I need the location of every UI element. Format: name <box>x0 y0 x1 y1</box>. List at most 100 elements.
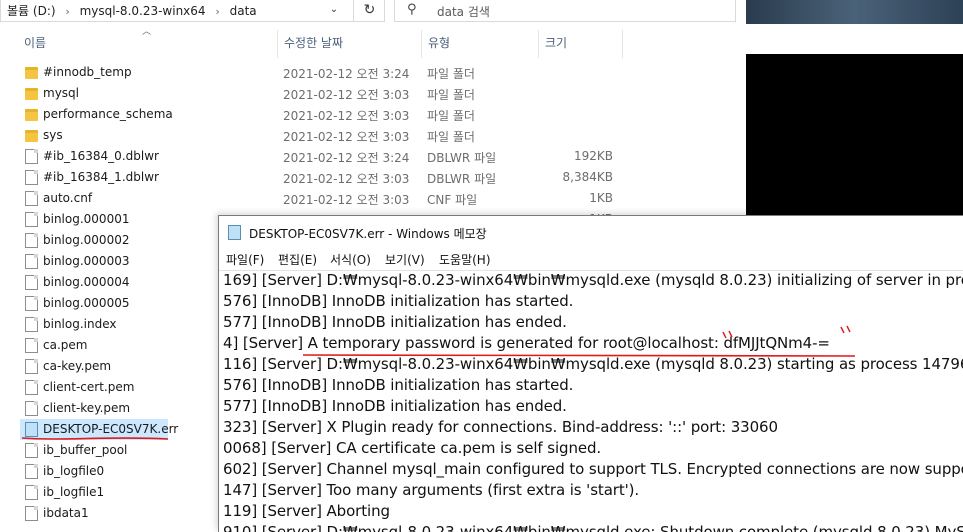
sort-ascending-icon: ︿ <box>142 27 152 37</box>
file-name: binlog.000005 <box>43 296 130 310</box>
file-icon <box>25 170 38 185</box>
file-type: CNF 파일 <box>427 193 478 207</box>
file-icon <box>25 275 38 290</box>
file-name: binlog.000003 <box>43 254 130 268</box>
file-type: DBLWR 파일 <box>427 172 497 186</box>
notepad-window: DESKTOP-EC0SV7K.err - Windows 메모장 파일(F) … <box>218 215 963 532</box>
file-name: ca-key.pem <box>43 359 112 373</box>
menu-view[interactable]: 보기(V) <box>385 251 425 268</box>
menu-format[interactable]: 서식(O) <box>330 251 371 268</box>
file-type: 파일 폴더 <box>427 67 475 81</box>
file-icon <box>25 149 38 164</box>
file-name: binlog.000002 <box>43 233 130 247</box>
file-icon <box>25 485 38 500</box>
log-line: 576] [InnoDB] InnoDB initialization has … <box>223 292 574 310</box>
file-row[interactable]: performance_schema 2021-02-12 오전 3:03 파일 폴… <box>20 104 620 125</box>
chevron-right-icon[interactable]: › <box>65 5 69 18</box>
file-name: #innodb_temp <box>43 65 132 79</box>
folder-icon <box>25 88 38 100</box>
file-name: ib_logfile1 <box>43 485 105 499</box>
file-row[interactable]: #innodb_temp 2021-02-12 오전 3:24 파일 폴더 <box>20 62 620 83</box>
file-icon <box>25 296 38 311</box>
search-icon: ⚲ <box>407 2 417 17</box>
breadcrumb: 볼륨 (D:) › mysql-8.0.23-winx64 › data <box>7 2 263 19</box>
file-type: 파일 폴더 <box>427 109 475 123</box>
file-icon <box>25 380 38 395</box>
file-icon <box>25 506 38 521</box>
log-line: 576] [InnoDB] InnoDB initialization has … <box>223 376 574 394</box>
log-line: 323] [Server] X Plugin ready for connect… <box>223 418 778 436</box>
notepad-menubar: 파일(F) 편집(E) 서식(O) 보기(V) 도움말(H) <box>219 248 963 270</box>
file-name: ib_logfile0 <box>43 464 105 478</box>
file-name: client-key.pem <box>43 401 131 415</box>
file-name: client-cert.pem <box>43 380 135 394</box>
file-icon <box>25 401 38 416</box>
file-row[interactable]: #ib_16384_1.dblwr 2021-02-12 오전 3:03 DBLWR… <box>20 167 620 188</box>
file-type: 파일 폴더 <box>427 130 475 144</box>
file-icon <box>25 254 38 269</box>
column-headers: 이름 수정한 날짜 유형 크기 <box>0 30 746 58</box>
address-bar[interactable]: 볼륨 (D:) › mysql-8.0.23-winx64 › data ⌄ ↻ <box>0 0 385 22</box>
file-name: binlog.index <box>43 317 117 331</box>
refresh-icon[interactable]: ↻ <box>353 0 385 22</box>
chevron-down-icon[interactable]: ⌄ <box>319 0 349 22</box>
file-name: ib_buffer_pool <box>43 443 128 457</box>
file-name: mysql <box>43 86 79 100</box>
search-placeholder: data 검색 <box>437 5 490 19</box>
file-name: sys <box>43 128 63 142</box>
column-header-type[interactable]: 유형 <box>421 30 538 58</box>
file-date: 2021-02-12 오전 3:03 <box>283 193 410 207</box>
file-name: auto.cnf <box>43 191 93 205</box>
notepad-titlebar[interactable]: DESKTOP-EC0SV7K.err - Windows 메모장 <box>219 216 963 248</box>
notepad-text-area[interactable]: 169] [Server] D:₩mysql-8.0.23-winx64₩bin… <box>219 270 963 532</box>
file-name: ca.pem <box>43 338 88 352</box>
file-icon <box>25 338 38 353</box>
file-name: #ib_16384_0.dblwr <box>43 149 159 163</box>
file-date: 2021-02-12 오전 3:24 <box>283 67 410 81</box>
file-row[interactable]: mysql 2021-02-12 오전 3:03 파일 폴더 <box>20 83 620 104</box>
search-input[interactable]: ⚲ data 검색 <box>394 0 736 22</box>
column-header-date[interactable]: 수정한 날짜 <box>277 30 421 58</box>
column-header-size[interactable]: 크기 <box>538 30 622 58</box>
file-icon <box>25 317 38 332</box>
notepad-title: DESKTOP-EC0SV7K.err - Windows 메모장 <box>249 227 487 241</box>
column-divider[interactable] <box>622 30 623 58</box>
menu-edit[interactable]: 편집(E) <box>278 251 317 268</box>
log-line: 577] [InnoDB] InnoDB initialization has … <box>223 397 567 415</box>
log-line: 0068] [Server] CA certificate ca.pem is … <box>223 439 602 457</box>
file-icon <box>25 191 38 206</box>
file-icon <box>25 443 38 458</box>
menu-help[interactable]: 도움말(H) <box>439 251 491 268</box>
file-size: 192KB <box>573 149 613 163</box>
file-icon <box>25 233 38 248</box>
file-icon <box>25 464 38 479</box>
file-row[interactable]: #ib_16384_0.dblwr 2021-02-12 오전 3:24 DBLWR… <box>20 146 620 167</box>
notepad-icon <box>228 225 241 240</box>
file-date: 2021-02-12 오전 3:24 <box>283 151 410 165</box>
file-date: 2021-02-12 오전 3:03 <box>283 130 410 144</box>
breadcrumb-mysql[interactable]: mysql-8.0.23-winx64 <box>80 4 206 18</box>
annotation-underline-file <box>21 437 169 440</box>
desktop-wallpaper-strip <box>746 0 963 24</box>
folder-icon <box>25 130 38 142</box>
file-size: 1KB <box>589 191 613 205</box>
file-name: performance_schema <box>43 107 173 121</box>
log-line: 910] [Server] D:₩mysql-8.0.23-winx64₩bin… <box>223 523 963 532</box>
file-type: 파일 폴더 <box>427 88 475 102</box>
file-row[interactable]: sys 2021-02-12 오전 3:03 파일 폴더 <box>20 125 620 146</box>
breadcrumb-data[interactable]: data <box>230 4 257 18</box>
file-name: ibdata1 <box>43 506 89 520</box>
file-row[interactable]: auto.cnf 2021-02-12 오전 3:03 CNF 파일 1KB <box>20 188 620 209</box>
log-line: 602] [Server] Channel mysql_main configu… <box>223 460 963 478</box>
annotation-underline-password <box>302 325 856 357</box>
folder-icon <box>25 109 38 121</box>
file-size: 8,384KB <box>562 170 613 184</box>
chevron-right-icon[interactable]: › <box>215 5 219 18</box>
menu-file[interactable]: 파일(F) <box>226 251 264 268</box>
file-type: DBLWR 파일 <box>427 151 497 165</box>
folder-icon <box>25 67 38 79</box>
window-gap <box>746 24 963 54</box>
breadcrumb-drive[interactable]: 볼륨 (D:) <box>7 4 56 18</box>
file-date: 2021-02-12 오전 3:03 <box>283 88 410 102</box>
log-line: 169] [Server] D:₩mysql-8.0.23-winx64₩bin… <box>223 271 963 289</box>
